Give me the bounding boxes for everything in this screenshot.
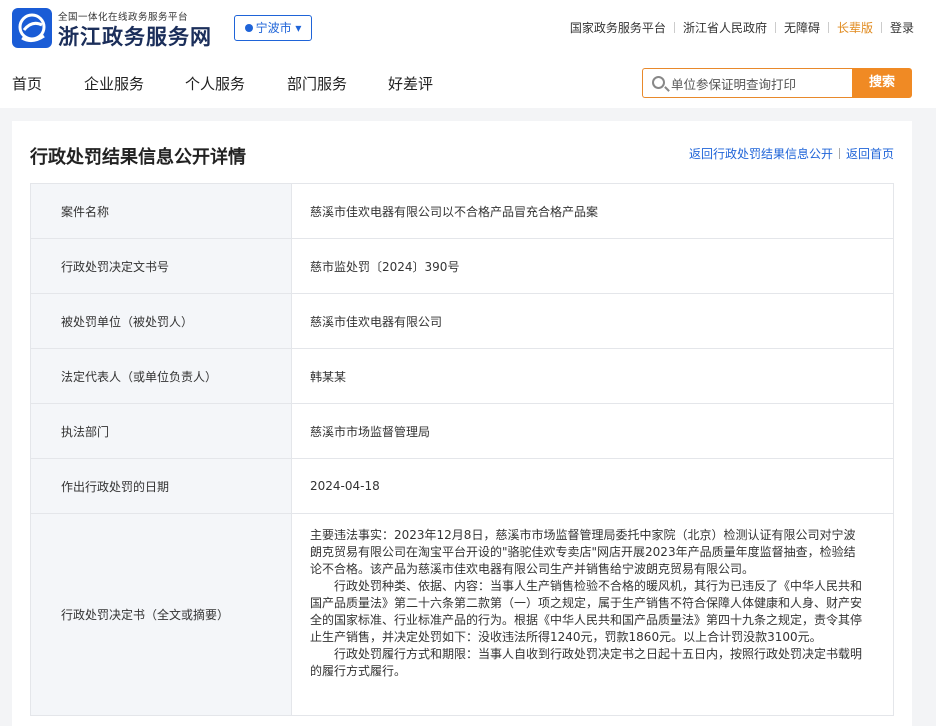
link-national-platform[interactable]: 国家政务服务平台 (570, 19, 666, 36)
top-links: 国家政务服务平台 浙江省人民政府 无障碍 长辈版 登录 (570, 19, 914, 36)
search-box (642, 68, 852, 98)
field-label: 执法部门 (31, 404, 291, 458)
link-elderly-mode[interactable]: 长辈版 (837, 19, 873, 36)
divider (827, 22, 829, 33)
caret-down-icon: ▾ (295, 21, 302, 35)
field-value: 慈溪市市场监督管理局 (291, 404, 893, 458)
city-label: 宁波市 (255, 21, 292, 35)
logo-icon[interactable] (12, 8, 52, 48)
back-to-list-link[interactable]: 返回行政处罚结果信息公开 (689, 147, 833, 161)
search-icon (652, 76, 665, 89)
field-value: 2024-04-18 (291, 459, 893, 513)
nav-item-feedback[interactable]: 好差评 (388, 73, 433, 94)
decision-text: 主要违法事实：2023年12月8日，慈溪市市场监督管理局委托中家院（北京）检测认… (291, 514, 893, 715)
nav-item-home[interactable]: 首页 (12, 73, 42, 94)
link-login[interactable]: 登录 (890, 19, 914, 36)
nav-item-enterprise[interactable]: 企业服务 (84, 73, 144, 94)
field-value: 慈溪市佳欢电器有限公司以不合格产品冒充合格产品案 (291, 184, 893, 238)
top-bar: 全国一体化在线政务服务平台 浙江政务服务网 宁波市 ▾ 国家政务服务平台 浙江省人… (0, 0, 936, 58)
location-pin-icon (244, 24, 253, 32)
table-row: 案件名称 慈溪市佳欢电器有限公司以不合格产品冒充合格产品案 (31, 184, 893, 239)
site-logo-title[interactable]: 浙江政务服务网 (58, 21, 212, 51)
field-label: 行政处罚决定书（全文或摘要） (31, 514, 291, 715)
table-row-decision: 行政处罚决定书（全文或摘要） 主要违法事实：2023年12月8日，慈溪市市场监督… (31, 514, 893, 716)
divider (838, 148, 840, 159)
content-card: 行政处罚结果信息公开详情 返回行政处罚结果信息公开 返回首页 案件名称 慈溪市佳欢… (12, 121, 912, 726)
back-to-home-link[interactable]: 返回首页 (846, 147, 894, 161)
table-row: 法定代表人（或单位负责人） 韩某某 (31, 349, 893, 404)
nav-item-department[interactable]: 部门服务 (287, 73, 347, 94)
decision-paragraph-penalty: 行政处罚种类、依据、内容：当事人生产销售检验不合格的暖风机，其行为已违反了《中华… (310, 579, 863, 644)
field-label: 法定代表人（或单位负责人） (31, 349, 291, 403)
nav-item-personal[interactable]: 个人服务 (185, 73, 245, 94)
table-row: 作出行政处罚的日期 2024-04-18 (31, 459, 893, 514)
table-row: 行政处罚决定文书号 慈市监处罚〔2024〕390号 (31, 239, 893, 294)
field-value: 慈市监处罚〔2024〕390号 (291, 239, 893, 293)
divider (774, 22, 776, 33)
field-label: 作出行政处罚的日期 (31, 459, 291, 513)
back-links: 返回行政处罚结果信息公开 返回首页 (689, 145, 894, 162)
search-input[interactable] (671, 74, 849, 94)
divider (880, 22, 882, 33)
field-label: 案件名称 (31, 184, 291, 238)
field-value: 慈溪市佳欢电器有限公司 (291, 294, 893, 348)
field-label: 被处罚单位（被处罚人） (31, 294, 291, 348)
city-selector[interactable]: 宁波市 ▾ (234, 15, 312, 41)
table-row: 执法部门 慈溪市市场监督管理局 (31, 404, 893, 459)
search-button[interactable]: 搜索 (852, 68, 912, 98)
decision-paragraph-fulfillment: 行政处罚履行方式和期限：当事人自收到行政处罚决定书之日起十五日内，按照行政处罚决… (310, 647, 863, 678)
decision-paragraph-facts: 主要违法事实：2023年12月8日，慈溪市市场监督管理局委托中家院（北京）检测认… (310, 528, 856, 576)
link-provincial-government[interactable]: 浙江省人民政府 (683, 19, 767, 36)
field-label: 行政处罚决定文书号 (31, 239, 291, 293)
page-title: 行政处罚结果信息公开详情 (30, 147, 246, 168)
divider (673, 22, 675, 33)
detail-table: 案件名称 慈溪市佳欢电器有限公司以不合格产品冒充合格产品案 行政处罚决定文书号 … (30, 183, 894, 716)
field-value: 韩某某 (291, 349, 893, 403)
table-row: 被处罚单位（被处罚人） 慈溪市佳欢电器有限公司 (31, 294, 893, 349)
link-accessibility[interactable]: 无障碍 (784, 19, 820, 36)
